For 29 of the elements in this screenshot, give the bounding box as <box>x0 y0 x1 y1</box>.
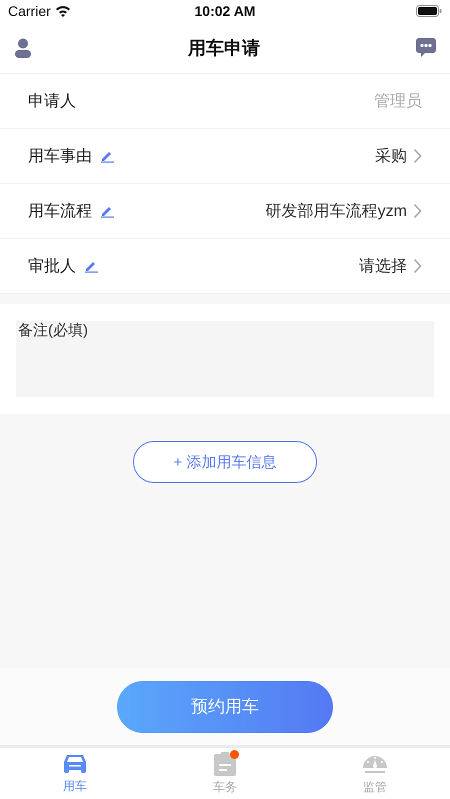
field-label: 用车事由 <box>28 146 92 166</box>
field-label: 申请人 <box>28 92 76 112</box>
form-row[interactable]: 用车流程 研发部用车流程yzm <box>0 184 450 239</box>
form-row[interactable]: 用车事由 采购 <box>0 129 450 184</box>
remark-field[interactable]: 备注(必填) <box>16 321 434 397</box>
page-title: 用车申请 <box>188 36 260 60</box>
field-label: 用车流程 <box>28 202 92 222</box>
field-value: 管理员 <box>374 92 422 112</box>
wifi-icon <box>54 5 71 17</box>
chevron-icon <box>413 148 422 164</box>
battery-icon <box>416 5 442 17</box>
carrier-name: Carrier <box>8 3 51 19</box>
add-info-button[interactable]: + 添加用车信息 <box>133 441 317 483</box>
chevron-icon <box>413 258 422 274</box>
field-label: 审批人 <box>28 256 76 276</box>
field-value: 请选择 <box>359 256 407 276</box>
tab-item[interactable]: 监管 <box>300 748 450 799</box>
tab-item[interactable]: 用车 <box>0 748 150 799</box>
form-row[interactable]: 审批人 请选择 <box>0 239 450 294</box>
chevron-icon <box>413 203 422 219</box>
submit-button[interactable]: 预约用车 <box>117 680 333 732</box>
car-icon <box>62 752 88 774</box>
user-icon <box>14 38 32 58</box>
clipboard-icon <box>214 752 236 776</box>
status-time: 10:02 AM <box>194 3 256 19</box>
chat-icon <box>416 38 436 57</box>
field-value: 研发部用车流程yzm <box>266 202 407 222</box>
tab-item[interactable]: 车务 <box>150 748 300 799</box>
field-value: 采购 <box>375 146 407 166</box>
